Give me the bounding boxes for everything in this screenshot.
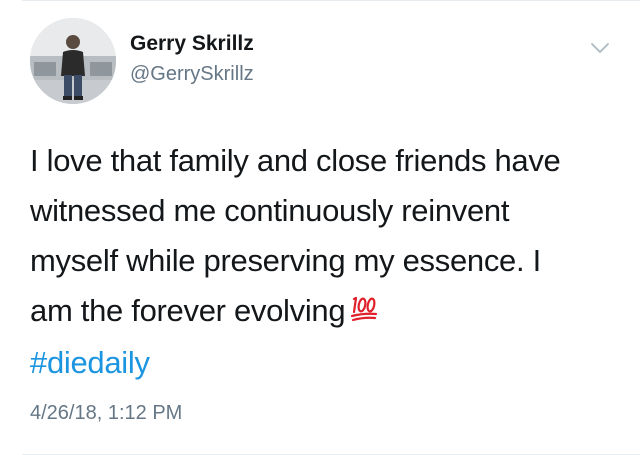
tweet-timestamp[interactable]: 4/26/18, 1:12 PM (30, 402, 182, 425)
tweet-line: I love that family and close friends hav… (30, 143, 561, 178)
tweet-text: I love that family and close friends hav… (30, 136, 620, 388)
avatar[interactable] (30, 18, 116, 104)
tweet-line: witnessed me continuously reinvent (30, 193, 510, 228)
tweet-line: am the forever evolving (30, 293, 346, 328)
avatar-photo (30, 18, 116, 104)
tweet-line-hashtag: #diedaily (30, 338, 620, 388)
hashtag-link[interactable]: #diedaily (30, 345, 150, 380)
chevron-down-icon[interactable] (588, 36, 612, 60)
author-name[interactable]: Gerry Skrillz (130, 32, 254, 56)
author-handle[interactable]: @GerrySkrillz (130, 63, 254, 86)
hundred-points-icon (349, 288, 379, 338)
divider-top (22, 0, 640, 1)
tweet-line-last: am the forever evolving (30, 286, 620, 338)
tweet-card: Gerry Skrillz @GerrySkrillz I love that … (0, 0, 640, 455)
tweet-line: myself while preserving my essence. I (30, 243, 541, 278)
